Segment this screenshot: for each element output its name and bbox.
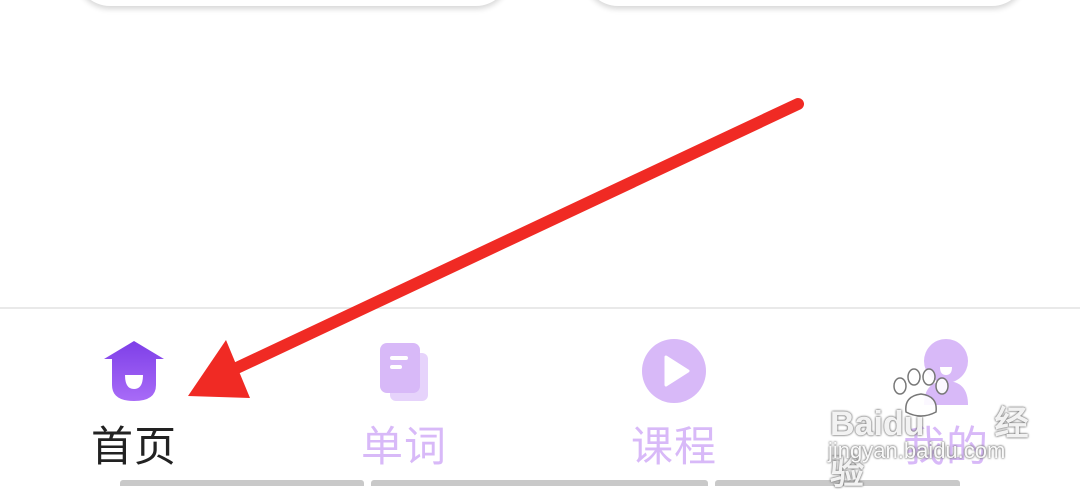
- home-indicator-segment: [120, 480, 364, 486]
- tab-courses[interactable]: 课程: [584, 309, 764, 488]
- tab-words[interactable]: 单词: [314, 309, 494, 488]
- watermark-url: jingyan.baidu.com: [828, 438, 1006, 463]
- home-indicator-segment: [371, 480, 708, 486]
- tab-home[interactable]: 首页: [44, 309, 224, 488]
- tab-courses-label: 课程: [630, 422, 717, 471]
- play-course-icon: [642, 339, 706, 403]
- tab-home-label: 首页: [90, 422, 177, 471]
- content-card-left[interactable]: [76, 0, 510, 6]
- baidu-jingyan-watermark: Baidu 经验 jingyan.baidu.com: [822, 366, 1032, 492]
- home-icon: [104, 341, 164, 401]
- content-card-right[interactable]: [584, 0, 1026, 6]
- tab-words-label: 单词: [360, 422, 447, 471]
- word-book-icon: [380, 343, 428, 401]
